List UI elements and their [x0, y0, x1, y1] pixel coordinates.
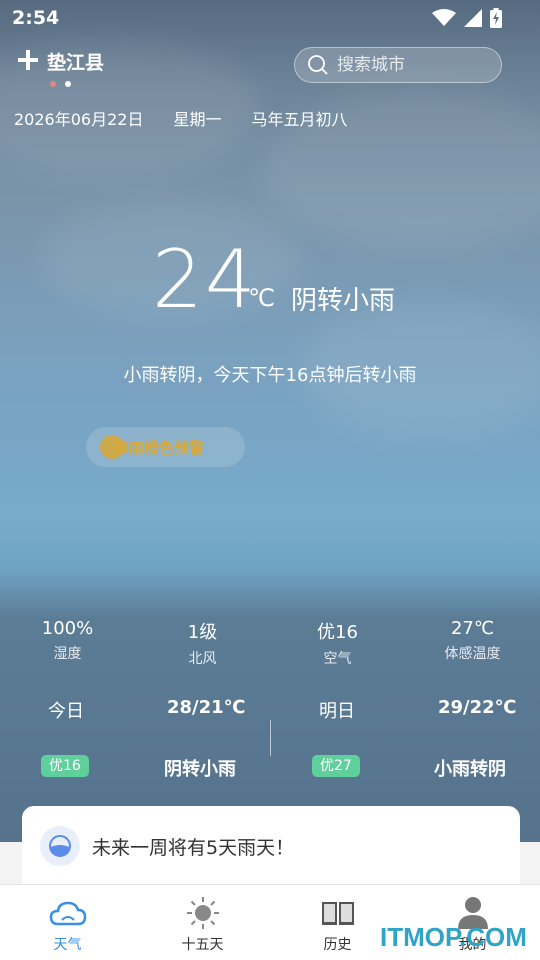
- metric-label: 空气: [323, 651, 352, 667]
- forecast-tomorrow[interactable]: 明日 29/22℃ 优27 小雨转阴: [270, 685, 540, 805]
- plus-icon[interactable]: [16, 48, 40, 72]
- tab-fifteen-day[interactable]: 十五天: [135, 885, 270, 960]
- weather-alert-button[interactable]: 暴雨橙色预警: [86, 427, 245, 467]
- solar-date: 2026年06月22日: [14, 110, 144, 129]
- two-day-forecast: 今日 28/21℃ 优16 阴转小雨 明日 29/22℃ 优27 小雨转阴: [0, 685, 540, 805]
- metric-value: 100%: [41, 618, 94, 639]
- metric-label: 湿度: [53, 646, 82, 662]
- battery-charging-icon: [490, 8, 502, 28]
- alert-icon: [100, 435, 124, 459]
- notice-text: 未来一周将有5天雨天！: [92, 836, 295, 859]
- cloud-icon: [48, 895, 88, 931]
- aqi-badge: 优27: [312, 755, 360, 777]
- page-dot: [50, 81, 56, 87]
- metric-value: 27℃: [450, 618, 495, 639]
- forecast-condition: 小雨转阴: [434, 759, 506, 780]
- tab-label: 十五天: [181, 937, 224, 953]
- current-condition: 阴转小雨: [291, 286, 396, 316]
- status-bar: 2:54: [0, 0, 540, 36]
- forecast-temp-range: 28/21℃: [167, 697, 246, 718]
- temperature-unit: ℃: [248, 284, 275, 312]
- rain-notice-card[interactable]: 未来一周将有5天雨天！: [22, 806, 520, 886]
- current-temperature: 24: [152, 233, 258, 326]
- search-box[interactable]: [294, 47, 502, 83]
- date-line: 2026年06月22日 星期一 马年五月初八: [14, 106, 377, 130]
- book-icon: [318, 895, 358, 931]
- page-dot-active: [65, 81, 71, 87]
- signal-icon: [464, 9, 482, 27]
- metric-label: 体感温度: [444, 646, 501, 662]
- city-name[interactable]: 垫江县: [47, 48, 104, 75]
- tab-weather[interactable]: 天气: [0, 885, 135, 960]
- page-indicator: [50, 81, 71, 87]
- raindrop-icon: [40, 826, 80, 866]
- wifi-icon: [432, 9, 456, 26]
- tab-label: 天气: [53, 937, 82, 953]
- weather-summary: 小雨转阴，今天下午16点钟后转小雨: [123, 365, 417, 386]
- metric-label: 北风: [188, 651, 217, 667]
- metric-value: 优16: [317, 622, 358, 643]
- forecast-today[interactable]: 今日 28/21℃ 优16 阴转小雨: [0, 685, 270, 805]
- current-weather: 24 ℃ 阴转小雨: [0, 236, 540, 326]
- forecast-condition: 阴转小雨: [164, 759, 236, 780]
- sun-icon: [183, 895, 223, 931]
- metric-humidity: 100% 湿度: [0, 618, 135, 670]
- header: 垫江县: [0, 40, 540, 100]
- forecast-day: 今日: [48, 701, 84, 722]
- status-time: 2:54: [12, 7, 60, 29]
- weather-metrics: 100% 湿度 1级 北风 优16 空气 27℃ 体感温度: [0, 618, 540, 670]
- search-icon: [308, 55, 328, 75]
- weekday: 星期一: [173, 110, 222, 129]
- search-input[interactable]: [337, 55, 487, 75]
- metric-feels-like: 27℃ 体感温度: [405, 618, 540, 670]
- watermark-logo: ITMOP.COM: [380, 922, 527, 952]
- alert-label: 暴雨橙色预警: [114, 438, 205, 457]
- metric-value: 1级: [187, 622, 218, 643]
- metric-air-quality[interactable]: 优16 空气: [270, 618, 405, 670]
- aqi-badge: 优16: [41, 755, 89, 777]
- forecast-temp-range: 29/22℃: [438, 697, 517, 718]
- lunar-date: 马年五月初八: [251, 110, 348, 129]
- forecast-day: 明日: [319, 701, 355, 722]
- metric-wind: 1级 北风: [135, 618, 270, 670]
